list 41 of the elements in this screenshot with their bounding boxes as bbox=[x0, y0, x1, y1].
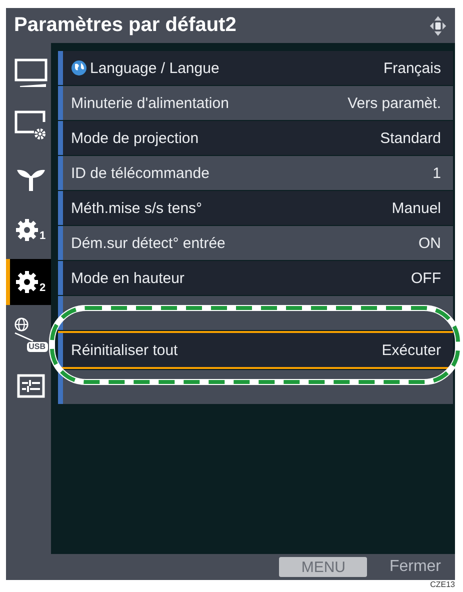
menu-row[interactable]: Language / Langue Français bbox=[58, 51, 453, 85]
setting-label: Dém.sur détect° entrée bbox=[71, 234, 226, 252]
setting-label: Mode en hauteur bbox=[71, 270, 184, 286]
menu-row[interactable]: Minuterie d'alimentation Vers paramèt. bbox=[58, 86, 453, 120]
menu-row[interactable]: Méth.mise s/s tens° Manuel bbox=[58, 191, 453, 225]
gear-icon bbox=[15, 270, 40, 294]
window-title: Paramètres par défaut2 bbox=[14, 14, 236, 37]
navigation-pad-icon bbox=[429, 14, 447, 36]
usb-label: USB bbox=[26, 342, 48, 352]
setting-value: 1 bbox=[432, 164, 441, 182]
setting-label: Réinitialiser tout bbox=[71, 342, 178, 358]
setting-value: Exécuter bbox=[382, 342, 441, 358]
control-panel-icon bbox=[16, 374, 44, 398]
menu-row[interactable]: Mode en hauteur OFF bbox=[58, 261, 453, 295]
setting-label: Mode de projection bbox=[71, 130, 199, 146]
close-label: Fermer bbox=[389, 558, 441, 576]
monitor-gear-icon bbox=[14, 110, 48, 142]
setting-value: Vers paramèt. bbox=[348, 94, 441, 112]
setting-value: ON bbox=[418, 234, 441, 252]
setting-label: Minuterie d'alimentation bbox=[71, 94, 229, 112]
setting-value: OFF bbox=[411, 270, 441, 286]
menu-row[interactable]: ID de télécommande 1 bbox=[58, 156, 453, 190]
setting-value: Standard bbox=[380, 130, 441, 146]
setting-label: ID de télécommande bbox=[71, 164, 210, 182]
figure-code: CZE13 bbox=[430, 580, 455, 589]
sidebar-tab[interactable]: USB bbox=[6, 311, 51, 357]
menu-row[interactable]: Réinitialiser tout Exécuter bbox=[58, 331, 453, 369]
slash-icon bbox=[14, 332, 34, 342]
gear-icon bbox=[15, 218, 40, 242]
setting-label: Méth.mise s/s tens° bbox=[71, 200, 202, 216]
globe-icon bbox=[14, 316, 28, 332]
setting-value: Manuel bbox=[392, 200, 441, 216]
menu-row[interactable]: Mode de projection Standard bbox=[58, 121, 453, 155]
sidebar-tab[interactable]: 1 bbox=[6, 207, 51, 253]
monitor-icon bbox=[14, 58, 48, 90]
tab-number: 2 bbox=[39, 283, 46, 294]
menu-row[interactable]: Dém.sur détect° entrée ON bbox=[58, 226, 453, 260]
setting-value: Français bbox=[383, 60, 441, 76]
setting-label: Language / Langue bbox=[90, 60, 220, 76]
tab-number: 1 bbox=[39, 231, 46, 242]
sidebar-tab[interactable]: 2 bbox=[6, 259, 51, 305]
